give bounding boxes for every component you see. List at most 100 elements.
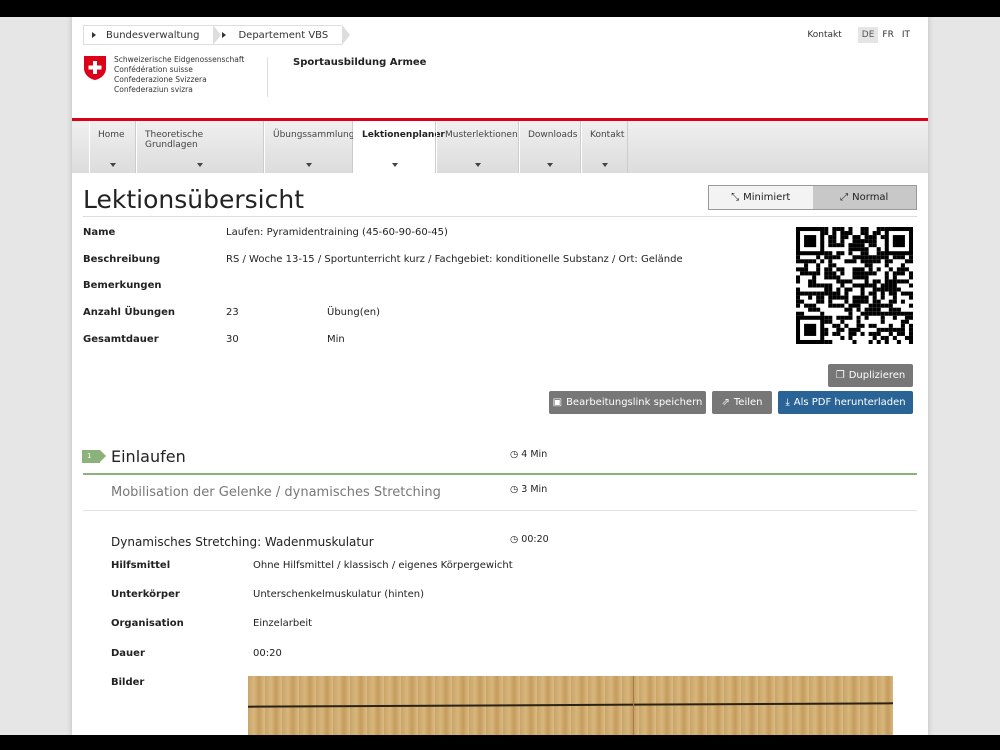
site-title: Sportausbildung Armee xyxy=(293,57,427,68)
label: Gesamtdauer xyxy=(83,334,159,345)
label: Unterkörper xyxy=(111,589,180,600)
caret-down-icon xyxy=(601,163,608,167)
download-icon: ⤓ xyxy=(785,397,790,408)
detail-anzahl: Anzahl Übungen 23 Übung(en) xyxy=(83,307,380,318)
lang-de[interactable]: DE xyxy=(857,27,879,43)
exercise-hilfsmittel: Hilfsmittel Ohne Hilfsmittel / klassisch … xyxy=(111,560,513,571)
value: 00:20 xyxy=(521,534,549,545)
divider xyxy=(83,216,917,217)
detail-bemerkungen: Bemerkungen xyxy=(83,280,226,291)
normal-button[interactable]: ⤢ Normal xyxy=(812,186,916,209)
label: Duplizieren xyxy=(848,370,906,381)
nav-uebungssammlung[interactable]: Übungssammlung xyxy=(264,121,355,173)
swiss-shield-icon xyxy=(84,56,106,80)
nav-kontakt[interactable]: Kontakt xyxy=(581,121,628,173)
save-icon: ▣ xyxy=(552,397,563,408)
value: 00:20 xyxy=(253,648,282,659)
qr-code xyxy=(796,227,913,344)
breadcrumb-departement-vbs[interactable]: Departement VBS xyxy=(213,25,350,45)
value: RS / Woche 13-15 / Sportunterricht kurz … xyxy=(226,254,683,265)
caret-down-icon xyxy=(197,163,203,167)
detail-name: Name Laufen: Pyramidentraining (45-60-90-… xyxy=(83,227,448,238)
page-title: Lektionsübersicht xyxy=(83,185,304,214)
nav-label: Übungssammlung xyxy=(273,130,355,140)
exercise-unterkoerper: Unterkörper Unterschenkelmuskulatur (hint… xyxy=(111,589,424,600)
breadcrumb: Bundesverwaltung Departement VBS xyxy=(83,25,350,45)
nav-theoretische-grundlagen[interactable]: Theoretische Grundlagen xyxy=(136,121,264,173)
federation-rm: Confederaziun svizra xyxy=(114,85,193,94)
main-nav: Home Theoretische Grundlagen Übungssamml… xyxy=(72,121,928,173)
clock-icon: ◷ xyxy=(510,449,519,460)
label: Als PDF herunterladen xyxy=(793,397,906,408)
label: Bearbeitungslink speichern xyxy=(566,397,703,408)
caret-down-icon xyxy=(109,163,116,167)
unit: Min xyxy=(327,334,345,345)
label: Bilder xyxy=(111,677,145,688)
lang-it[interactable]: IT xyxy=(898,27,914,43)
section-number: 1 xyxy=(82,450,106,463)
page: Bundesverwaltung Departement VBS Kontakt… xyxy=(72,17,928,735)
nav-label: Musterlektionen xyxy=(445,130,518,140)
federation-names: Schweizerische Eidgenossenschaft Confédé… xyxy=(114,55,244,95)
value: 23 xyxy=(226,307,239,318)
bearbeitungslink-button[interactable]: ▣ Bearbeitungslink speichern xyxy=(549,391,706,414)
copy-icon: ❐ xyxy=(835,370,845,381)
federation-fr: Confédération suisse xyxy=(114,65,193,74)
top-links: Kontakt DE FR IT xyxy=(803,27,914,43)
nav-downloads[interactable]: Downloads xyxy=(519,121,581,173)
section-title: Einlaufen xyxy=(111,447,186,466)
detail-beschreibung: Beschreibung RS / Woche 13-15 / Sportunte… xyxy=(83,254,683,265)
nav-label: Theoretische Grundlagen xyxy=(145,130,204,150)
duplizieren-button[interactable]: ❐ Duplizieren xyxy=(828,364,913,387)
exercise-duration: ◷ 00:20 xyxy=(510,534,549,545)
value: 30 xyxy=(226,334,239,345)
label: Bemerkungen xyxy=(83,280,162,291)
kontakt-link[interactable]: Kontakt xyxy=(803,27,845,43)
label: Dauer xyxy=(111,648,145,659)
clock-icon: ◷ xyxy=(510,484,519,495)
view-toggle: ⤡ Minimiert ⤢ Normal xyxy=(708,185,917,210)
label: Name xyxy=(83,227,116,238)
federation-de: Schweizerische Eidgenossenschaft xyxy=(114,55,245,64)
nav-lektionenplaner[interactable]: Lektionenplaner xyxy=(353,121,445,173)
value: 3 Min xyxy=(521,484,548,495)
clock-icon: ◷ xyxy=(510,534,519,545)
header-divider xyxy=(267,57,268,97)
compress-icon: ⤡ xyxy=(731,192,740,203)
lang-fr[interactable]: FR xyxy=(878,27,897,43)
nav-label: Home xyxy=(98,130,125,140)
exercise-title: Dynamisches Stretching: Wadenmuskulatur xyxy=(111,535,374,549)
detail-gesamtdauer: Gesamtdauer 30 Min xyxy=(83,334,345,345)
normal-label: Normal xyxy=(852,192,889,203)
divider xyxy=(83,510,917,511)
section-duration: ◷ 4 Min xyxy=(510,449,547,460)
exercise-image[interactable] xyxy=(248,676,893,735)
label: Anzahl Übungen xyxy=(83,307,176,318)
expand-icon: ⤢ xyxy=(840,192,849,203)
nav-label: Downloads xyxy=(528,130,578,140)
caret-down-icon xyxy=(391,163,398,167)
value: Einzelarbeit xyxy=(253,618,313,629)
caret-down-icon xyxy=(547,163,553,167)
nav-label: Lektionenplaner xyxy=(362,130,445,140)
minimiert-label: Minimiert xyxy=(743,192,791,203)
label: Beschreibung xyxy=(83,254,161,265)
unit: Übung(en) xyxy=(327,307,380,318)
minimiert-button[interactable]: ⤡ Minimiert xyxy=(709,186,813,209)
pdf-download-button[interactable]: ⤓ Als PDF herunterladen xyxy=(778,391,913,414)
label: Hilfsmittel xyxy=(111,560,171,571)
share-icon: ⇗ xyxy=(721,397,730,408)
teilen-button[interactable]: ⇗ Teilen xyxy=(712,391,772,414)
nav-musterlektionen[interactable]: Musterlektionen xyxy=(436,121,519,173)
caret-down-icon xyxy=(474,163,481,167)
caret-down-icon xyxy=(305,163,312,167)
nav-home[interactable]: Home xyxy=(89,121,136,173)
value: 4 Min xyxy=(521,449,548,460)
label: Teilen xyxy=(733,397,763,408)
label: Organisation xyxy=(111,618,184,629)
subsection-title: Mobilisation der Gelenke / dynamisches S… xyxy=(111,485,441,500)
breadcrumb-bundesverwaltung[interactable]: Bundesverwaltung xyxy=(83,25,222,45)
value: Laufen: Pyramidentraining (45-60-90-60-4… xyxy=(226,227,448,238)
exercise-dauer: Dauer 00:20 xyxy=(111,648,282,659)
subsection-duration: ◷ 3 Min xyxy=(510,484,547,495)
